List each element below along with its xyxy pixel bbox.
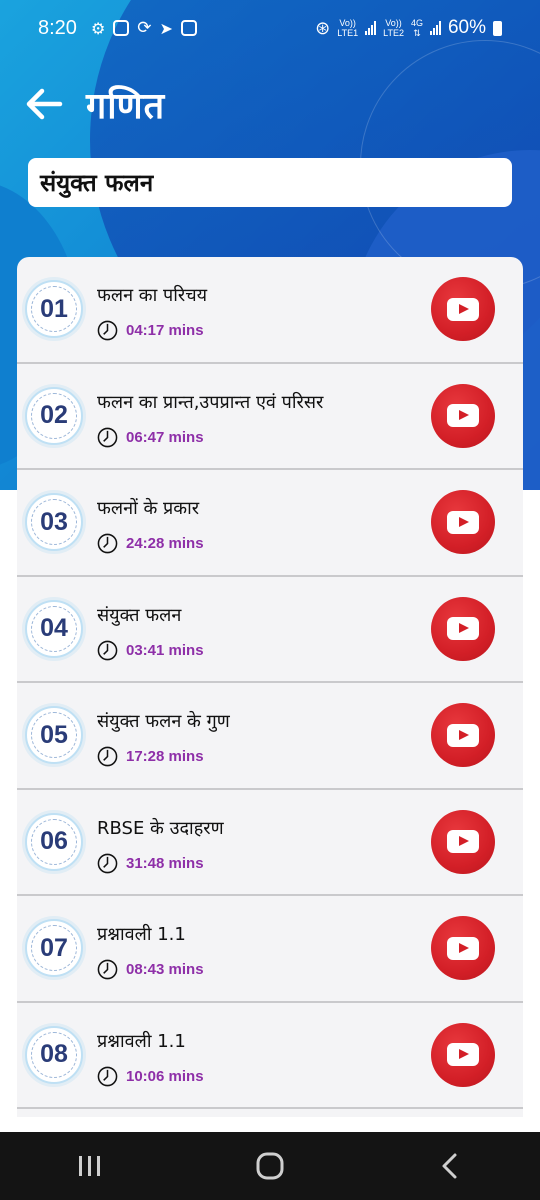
lesson-title: फलन का परिचय [97, 285, 208, 306]
lesson-number-badge: 01 [25, 280, 83, 339]
list-item[interactable]: 03 फलनों के प्रकार 24:28 mins [17, 470, 523, 577]
lesson-duration: 31:48 mins [126, 854, 204, 872]
clock-icon [97, 640, 118, 660]
video-list: 01 फलन का परिचय 04:17 mins 02 फलन का प्र… [17, 257, 523, 1117]
lesson-title: प्रश्नावली 1.1 [97, 1030, 186, 1052]
gallery-icon [180, 20, 197, 36]
recents-button[interactable] [70, 1146, 110, 1186]
instagram-icon [113, 20, 130, 36]
lesson-number-badge: 03 [25, 493, 83, 552]
youtube-icon [447, 510, 479, 534]
lesson-title: संयुक्त फलन के गुण [97, 711, 230, 732]
system-navigation-bar [0, 1132, 540, 1200]
hotspot-icon: ⊛ [315, 17, 331, 39]
recents-icon [79, 1156, 100, 1176]
list-item[interactable]: 05 संयुक्त फलन के गुण 17:28 mins [17, 683, 523, 790]
clock-icon [97, 1066, 118, 1086]
lesson-duration: 03:41 mins [126, 641, 204, 659]
app-bar: गणित [22, 78, 165, 130]
lesson-title: प्रश्नावली 1.1 [97, 924, 186, 945]
home-icon [256, 1152, 284, 1180]
youtube-play-button[interactable] [431, 596, 495, 661]
clock-icon [97, 320, 118, 341]
lesson-title: फलनों के प्रकार [97, 498, 200, 519]
lesson-number-badge: 08 [25, 1025, 83, 1084]
status-time: 8:20 [38, 16, 77, 39]
lesson-title: फलन का प्रान्त,उपप्रान्त एवं परिसर [97, 391, 324, 413]
page-title: गणित [86, 85, 166, 127]
clock-icon [97, 746, 118, 767]
lesson-duration: 06:47 mins [126, 428, 204, 446]
youtube-play-button[interactable] [431, 809, 495, 874]
lesson-duration: 08:43 mins [126, 961, 204, 978]
youtube-icon [447, 1043, 479, 1067]
lesson-duration: 10:06 mins [126, 1067, 204, 1085]
youtube-play-button[interactable] [431, 490, 495, 555]
clock-icon [97, 853, 118, 873]
battery-icon [493, 20, 502, 36]
status-bar: 8:20 ⚙ ⟳ ➤ ⊛ Vo)) LTE1 Vo)) LTE2 4G ⇅ 60% [0, 0, 540, 56]
list-item[interactable]: 07 प्रश्नावली 1.1 08:43 mins [17, 896, 523, 1003]
youtube-play-button[interactable] [431, 1022, 495, 1087]
youtube-icon [447, 936, 479, 960]
youtube-play-button[interactable] [431, 703, 495, 768]
youtube-play-button[interactable] [431, 916, 495, 981]
arrow-left-icon[interactable] [22, 82, 66, 126]
youtube-icon [447, 830, 479, 854]
back-chevron-icon [442, 1153, 457, 1179]
lesson-number-badge: 05 [25, 706, 83, 765]
lesson-number-badge: 07 [25, 919, 83, 978]
chapter-title-box: संयुक्त फलन [28, 158, 512, 207]
chapter-title: संयुक्त फलन [40, 169, 154, 197]
signal-icon-2 [429, 21, 441, 35]
youtube-play-button[interactable] [431, 277, 495, 342]
signal-icon [365, 21, 377, 35]
list-item[interactable]: 06 RBSE के उदाहरण 31:48 mins [17, 790, 523, 896]
youtube-icon [447, 723, 479, 747]
youtube-icon [447, 297, 479, 321]
lesson-number-badge: 06 [25, 812, 83, 871]
telegram-icon: ➤ [159, 18, 173, 38]
list-item[interactable]: 02 फलन का प्रान्त,उपप्रान्त एवं परिसर 06… [17, 364, 523, 470]
clock-icon [97, 959, 118, 980]
list-item[interactable]: 08 प्रश्नावली 1.1 10:06 mins [17, 1003, 523, 1109]
battery-percent: 60% [447, 17, 486, 38]
lesson-number-badge: 04 [25, 599, 83, 658]
lesson-duration: 04:17 mins [126, 322, 204, 339]
lesson-title: RBSE के उदाहरण [97, 817, 224, 839]
clock-icon [97, 427, 118, 447]
sync-icon: ⟳ [137, 18, 152, 38]
youtube-icon [447, 404, 479, 428]
clock-icon [97, 533, 118, 554]
lesson-duration: 24:28 mins [126, 535, 204, 552]
list-item[interactable]: 04 संयुक्त फलन 03:41 mins [17, 577, 523, 683]
notification-icon: ⚙ [90, 18, 106, 38]
home-button[interactable] [250, 1146, 290, 1186]
lesson-number-badge: 02 [25, 386, 83, 445]
youtube-icon [447, 617, 479, 641]
lesson-duration: 17:28 mins [126, 748, 204, 765]
youtube-play-button[interactable] [431, 383, 495, 448]
lesson-title: संयुक्त फलन [97, 604, 182, 626]
list-item[interactable]: 01 फलन का परिचय 04:17 mins [17, 257, 523, 364]
back-button[interactable] [430, 1146, 470, 1186]
